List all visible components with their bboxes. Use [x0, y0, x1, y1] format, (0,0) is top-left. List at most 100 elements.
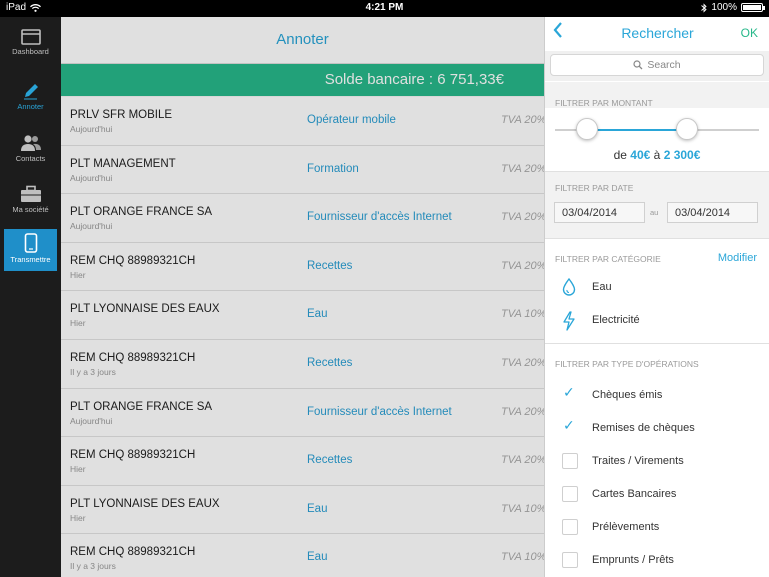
amount-prefix: de	[613, 148, 627, 162]
search-bar: Search	[545, 51, 769, 81]
sidebar-item-contacts[interactable]: Contacts	[4, 130, 57, 170]
search-input[interactable]: Search	[550, 54, 764, 76]
category-item-eau[interactable]: Eau	[545, 273, 769, 303]
transaction-category[interactable]: Eau	[307, 503, 327, 515]
category-item-electricite[interactable]: Electricité	[545, 306, 769, 336]
sidebar-item-transmettre[interactable]: Transmettre	[4, 229, 57, 271]
amount-min-value: 40€	[630, 148, 651, 162]
briefcase-icon	[20, 185, 41, 202]
battery-icon	[741, 3, 765, 12]
ok-button[interactable]: OK	[741, 26, 758, 40]
modifier-button[interactable]: Modifier	[718, 252, 757, 264]
table-row[interactable]: REM CHQ 88989321CH Hier Recettes TVA 20%	[61, 437, 544, 486]
transaction-name: REM CHQ 88989321CH	[70, 546, 196, 559]
transaction-category[interactable]: Recettes	[307, 454, 352, 466]
transaction-date: Il y a 3 jours	[70, 561, 116, 572]
transaction-date: Hier	[70, 269, 86, 280]
transaction-date: Aujourd'hui	[70, 221, 113, 232]
transaction-tva[interactable]: TVA 20%	[501, 406, 544, 418]
transaction-tva[interactable]: TVA 20%	[501, 114, 544, 126]
date-to-field[interactable]: 03/04/2014	[667, 202, 758, 223]
transaction-tva[interactable]: TVA 10%	[501, 503, 544, 515]
sidebar-item-label: Contacts	[15, 154, 46, 163]
table-row[interactable]: PLT LYONNAISE DES EAUX Hier Eau TVA 10%	[61, 485, 544, 535]
transaction-list: PRLV SFR MOBILE Aujourd'hui Opérateur mo…	[61, 97, 544, 577]
operation-label: Emprunts / Prêts	[592, 554, 674, 566]
transaction-category[interactable]: Eau	[307, 308, 327, 320]
operation-label: Traites / Virements	[592, 455, 684, 467]
transaction-name: PLT ORANGE FRANCE SA	[70, 400, 213, 413]
search-icon	[633, 60, 643, 70]
transaction-date: Hier	[70, 512, 86, 523]
pen-icon	[23, 84, 38, 100]
table-row[interactable]: PLT ORANGE FRANCE SA Aujourd'hui Fournis…	[61, 194, 544, 243]
category-label: Eau	[592, 281, 612, 293]
table-row[interactable]: REM CHQ 88989321CH Hier Recettes TVA 20%	[61, 242, 544, 292]
panel-header: Rechercher OK	[545, 17, 769, 51]
transaction-category[interactable]: Recettes	[307, 357, 352, 369]
status-bar: iPad 4:21 PM 100%	[0, 0, 769, 17]
date-separator: au	[650, 208, 659, 217]
operation-item[interactable]: Traites / Virements	[545, 446, 769, 476]
filter-panel: Rechercher OK Search FILTRER PAR MONTANT…	[544, 17, 769, 577]
search-placeholder: Search	[647, 59, 681, 71]
transaction-tva[interactable]: TVA 20%	[501, 260, 544, 272]
transaction-category[interactable]: Formation	[307, 163, 359, 175]
bluetooth-icon	[701, 2, 708, 13]
transaction-name: REM CHQ 88989321CH	[70, 254, 196, 267]
section-header-montant: FILTRER PAR MONTANT	[545, 82, 769, 108]
transaction-tva[interactable]: TVA 10%	[501, 308, 544, 320]
transaction-category[interactable]: Eau	[307, 551, 327, 563]
table-row[interactable]: REM CHQ 88989321CH Il y a 3 jours Eau TV…	[61, 534, 544, 577]
transaction-category[interactable]: Fournisseur d'accès Internet	[307, 406, 452, 418]
checkmark-icon[interactable]: ✓	[563, 417, 575, 434]
checkbox[interactable]	[562, 453, 578, 469]
checkmark-icon[interactable]: ✓	[563, 384, 575, 401]
checkbox[interactable]	[562, 552, 578, 568]
transaction-date: Aujourd'hui	[70, 124, 113, 134]
transaction-tva[interactable]: TVA 10%	[501, 551, 544, 563]
operation-item[interactable]: ✓ Chèques émis	[545, 380, 769, 410]
table-row[interactable]: PLT MANAGEMENT Aujourd'hui Formation TVA…	[61, 145, 544, 195]
clock: 4:21 PM	[365, 2, 404, 13]
phone-icon	[24, 233, 37, 253]
transaction-name: PLT LYONNAISE DES EAUX	[70, 303, 220, 316]
lightning-icon	[563, 311, 575, 331]
transaction-tva[interactable]: TVA 20%	[501, 211, 544, 223]
operation-item[interactable]: Cartes Bancaires	[545, 479, 769, 509]
transaction-category[interactable]: Opérateur mobile	[307, 114, 396, 126]
battery-percent: 100%	[711, 2, 737, 13]
checkbox[interactable]	[562, 486, 578, 502]
table-row[interactable]: REM CHQ 88989321CH Il y a 3 jours Recett…	[61, 339, 544, 389]
transaction-category[interactable]: Recettes	[307, 260, 352, 272]
date-from-field[interactable]: 03/04/2014	[554, 202, 645, 223]
operation-item[interactable]: Prélèvements	[545, 512, 769, 542]
operation-item[interactable]: Emprunts / Prêts	[545, 545, 769, 575]
transaction-date: Aujourd'hui	[70, 415, 113, 426]
transaction-name: PLT MANAGEMENT	[70, 157, 176, 170]
table-row[interactable]: PLT LYONNAISE DES EAUX Hier Eau TVA 10%	[61, 291, 544, 340]
table-row[interactable]: PLT ORANGE FRANCE SA Aujourd'hui Fournis…	[61, 388, 544, 438]
amount-max-handle[interactable]	[676, 118, 698, 140]
transaction-tva[interactable]: TVA 20%	[501, 454, 544, 466]
dashboard-icon	[20, 29, 41, 45]
transaction-date: Hier	[70, 464, 86, 475]
section-header-operations: FILTRER PAR TYPE D'OPÉRATIONS	[545, 344, 769, 380]
operation-label: Chèques émis	[592, 389, 663, 401]
table-row[interactable]: PRLV SFR MOBILE Aujourd'hui Opérateur mo…	[61, 97, 544, 146]
sidebar-item-dashboard[interactable]: Dashboard	[4, 25, 57, 65]
transaction-tva[interactable]: TVA 20%	[501, 357, 544, 369]
sidebar-item-label: Transmettre	[10, 255, 51, 264]
sidebar-item-annoter[interactable]: Annoter	[4, 78, 57, 118]
transaction-name: PLT ORANGE FRANCE SA	[70, 206, 213, 219]
transaction-tva[interactable]: TVA 20%	[501, 163, 544, 175]
main-content: Annoter Solde bancaire : 6 751,33€ PRLV …	[61, 17, 544, 577]
amount-range-text: de 40€ à 2 300€	[545, 148, 769, 162]
operation-item[interactable]: ✓ Remises de chèques	[545, 413, 769, 443]
checkbox[interactable]	[562, 519, 578, 535]
amount-min-handle[interactable]	[576, 118, 598, 140]
bank-balance-banner: Solde bancaire : 6 751,33€	[61, 64, 544, 96]
sidebar-item-ma-societe[interactable]: Ma société	[4, 181, 57, 221]
page-title: Annoter	[61, 17, 544, 64]
transaction-category[interactable]: Fournisseur d'accès Internet	[307, 211, 452, 223]
